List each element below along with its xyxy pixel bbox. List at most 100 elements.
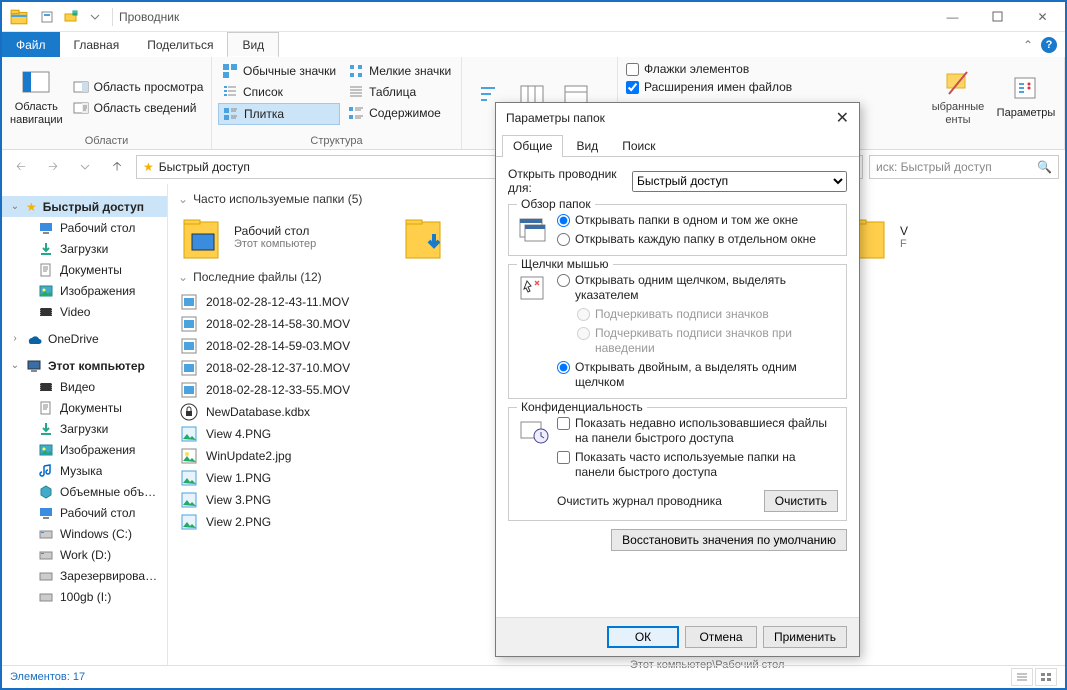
qat-properties-icon[interactable]	[36, 6, 58, 28]
click-behavior-legend: Щелчки мышью	[517, 257, 613, 271]
icons-medium-button[interactable]: Обычные значки	[218, 61, 340, 81]
view-mode-large-icon[interactable]	[1035, 668, 1057, 686]
nav-pane-button[interactable]: Область навигации	[8, 61, 65, 133]
file-icon	[180, 337, 198, 355]
sidebar-onedrive[interactable]: ›OneDrive	[2, 328, 167, 349]
folder-icon	[38, 589, 54, 605]
icons-small-button[interactable]: Мелкие значки	[344, 61, 455, 81]
file-icon	[180, 469, 198, 487]
hide-selected-button[interactable]: ыбранные енты	[926, 61, 990, 133]
ribbon-collapse-icon[interactable]: ⌃	[1023, 38, 1033, 52]
qat-new-folder-icon[interactable]	[60, 6, 82, 28]
sidebar-item[interactable]: Изображения	[2, 439, 167, 460]
new-window-radio[interactable]	[557, 233, 570, 246]
details-pane-button[interactable]: Область сведений	[69, 98, 208, 118]
sidebar-item[interactable]: Документы	[2, 397, 167, 418]
show-frequent-folders-checkbox[interactable]	[557, 451, 570, 464]
minimize-button[interactable]: —	[930, 3, 975, 31]
show-recent-files-checkbox[interactable]	[557, 417, 570, 430]
sidebar-quick-access[interactable]: ⌄★Быстрый доступ	[2, 196, 167, 217]
sidebar-item[interactable]: Изображения	[2, 280, 167, 301]
help-icon[interactable]: ?	[1041, 37, 1057, 53]
browse-folders-group: Обзор папок Открывать папки в одном и то…	[508, 204, 847, 256]
breadcrumb: Быстрый доступ	[159, 160, 250, 174]
folder-icon	[38, 241, 54, 257]
sidebar-item[interactable]: Загрузки	[2, 238, 167, 259]
sidebar-item[interactable]: Объемные объекты	[2, 481, 167, 502]
dialog-tab-view[interactable]: Вид	[565, 135, 609, 157]
explorer-app-icon	[10, 8, 28, 26]
sidebar-item[interactable]: Video	[2, 301, 167, 322]
search-input[interactable]: иск: Быстрый доступ 🔍	[869, 155, 1059, 179]
file-icon	[180, 513, 198, 531]
recent-dropdown[interactable]	[72, 154, 98, 180]
folder-icon	[38, 526, 54, 542]
tab-view[interactable]: Вид	[227, 32, 279, 58]
details-button[interactable]: Таблица	[344, 82, 455, 102]
tab-home[interactable]: Главная	[60, 32, 134, 57]
view-mode-details-icon[interactable]	[1011, 668, 1033, 686]
qat-dropdown-icon[interactable]	[84, 6, 106, 28]
file-icon	[180, 491, 198, 509]
back-button[interactable]: 🡠	[8, 154, 34, 180]
ok-button[interactable]: ОК	[607, 626, 679, 648]
file-icon	[180, 315, 198, 333]
close-button[interactable]: ✕	[1020, 3, 1065, 31]
apply-button[interactable]: Применить	[763, 626, 847, 648]
sidebar-item[interactable]: Рабочий стол	[2, 502, 167, 523]
underline-always-radio	[577, 308, 590, 321]
dialog-tab-general[interactable]: Общие	[502, 135, 563, 157]
maximize-button[interactable]	[975, 3, 1020, 31]
folder-tile[interactable]: VF	[844, 214, 1054, 260]
double-click-radio[interactable]	[557, 361, 570, 374]
ribbon-group-panes-label: Области	[8, 133, 205, 147]
tab-share[interactable]: Поделиться	[133, 32, 227, 57]
options-button[interactable]: Параметры	[994, 61, 1058, 133]
sidebar-this-pc[interactable]: ⌄Этот компьютер	[2, 355, 167, 376]
file-icon	[180, 381, 198, 399]
sidebar-item[interactable]: Документы	[2, 259, 167, 280]
folder-icon	[38, 484, 54, 500]
sidebar-item[interactable]: Зарезервированный	[2, 565, 167, 586]
item-checkboxes-toggle[interactable]: Флажки элементов	[624, 61, 794, 77]
single-click-radio[interactable]	[557, 274, 570, 287]
folder-icon	[38, 379, 54, 395]
sidebar-item[interactable]: Видео	[2, 376, 167, 397]
up-button[interactable]: 🡡	[104, 154, 130, 180]
folder-tile[interactable]: Рабочий столЭтот компьютер	[178, 214, 388, 260]
dialog-tab-search[interactable]: Поиск	[611, 135, 666, 157]
sidebar-item[interactable]: Музыка	[2, 460, 167, 481]
sidebar-item[interactable]: 100gb (I:)	[2, 586, 167, 607]
preview-pane-button[interactable]: Область просмотра	[69, 77, 208, 97]
tab-file[interactable]: Файл	[2, 32, 60, 57]
open-explorer-select[interactable]: Быстрый доступ	[632, 171, 847, 192]
folder-icon	[38, 262, 54, 278]
sidebar-item[interactable]: Windows (C:)	[2, 523, 167, 544]
sidebar-item[interactable]: Загрузки	[2, 418, 167, 439]
content-button[interactable]: Содержимое	[344, 103, 455, 123]
folder-icon	[38, 442, 54, 458]
window-title: Проводник	[119, 10, 179, 24]
nav-sidebar: ⌄★Быстрый доступ Рабочий столЗагрузкиДок…	[2, 184, 168, 665]
file-icon	[180, 403, 198, 421]
click-icon	[517, 273, 549, 305]
cancel-button[interactable]: Отмена	[685, 626, 757, 648]
same-window-radio[interactable]	[557, 214, 570, 227]
list-button[interactable]: Список	[218, 82, 340, 102]
titlebar: Проводник — ✕	[2, 2, 1065, 32]
file-extensions-toggle[interactable]: Расширения имен файлов	[624, 79, 794, 95]
sidebar-item[interactable]: Work (D:)	[2, 544, 167, 565]
tiles-button[interactable]: Плитка	[218, 103, 340, 125]
item-count-label: Элементов:	[10, 671, 70, 683]
clear-history-button[interactable]: Очистить	[764, 490, 838, 512]
folder-icon	[38, 547, 54, 563]
sidebar-item[interactable]: Рабочий стол	[2, 217, 167, 238]
ribbon-group-layout-label: Структура	[218, 133, 455, 147]
dialog-close-button[interactable]: ✕	[836, 108, 849, 128]
privacy-legend: Конфиденциальность	[517, 400, 647, 414]
restore-defaults-button[interactable]: Восстановить значения по умолчанию	[611, 529, 847, 551]
open-explorer-label: Открыть проводник для:	[508, 167, 626, 196]
downloads-large-icon	[400, 214, 446, 260]
privacy-icon	[517, 416, 549, 448]
forward-button[interactable]: 🡢	[40, 154, 66, 180]
